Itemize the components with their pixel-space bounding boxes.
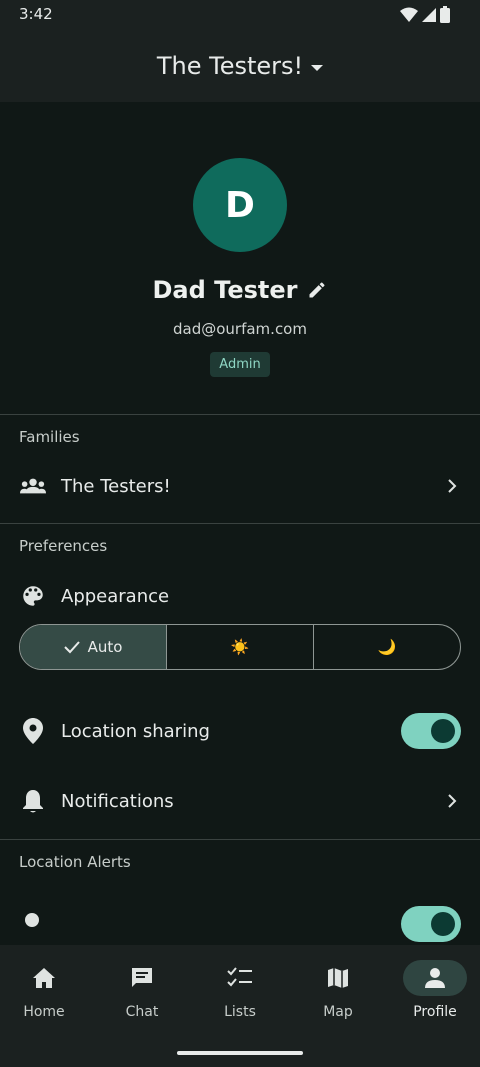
group-icon bbox=[20, 473, 46, 499]
location-sharing-row: Location sharing bbox=[0, 703, 480, 759]
toggle-knob bbox=[431, 912, 455, 936]
nav-pill bbox=[403, 960, 467, 996]
divider bbox=[0, 523, 480, 524]
wifi-icon bbox=[400, 7, 418, 22]
location-alert-toggle[interactable] bbox=[401, 906, 461, 942]
appearance-option-auto[interactable]: Auto bbox=[20, 625, 167, 669]
edit-pencil-icon[interactable] bbox=[307, 280, 327, 300]
status-bar: 3:42 bbox=[0, 0, 480, 30]
profile-email: dad@ourfam.com bbox=[173, 320, 307, 338]
nav-item-lists[interactable]: Lists bbox=[192, 957, 288, 1037]
section-label-families: Families bbox=[19, 428, 80, 446]
appearance-option-light[interactable]: ☀️ bbox=[167, 625, 314, 669]
profile-name: Dad Tester bbox=[152, 276, 298, 304]
family-item[interactable]: The Testers! bbox=[0, 458, 480, 514]
nav-label: Profile bbox=[413, 1004, 457, 1020]
appearance-option-label: Auto bbox=[87, 638, 123, 656]
nav-item-profile[interactable]: Profile bbox=[387, 957, 480, 1037]
map-icon bbox=[328, 968, 348, 988]
section-label-location-alerts: Location Alerts bbox=[19, 853, 131, 871]
notifications-label: Notifications bbox=[61, 790, 174, 812]
nav-label: Chat bbox=[125, 1004, 159, 1020]
family-name: The Testers! bbox=[61, 475, 171, 497]
nav-pill bbox=[110, 960, 174, 996]
home-icon bbox=[33, 968, 55, 988]
nav-label: Map bbox=[323, 1004, 353, 1020]
chevron-right-icon bbox=[448, 479, 457, 493]
dropdown-arrow-icon bbox=[311, 64, 324, 71]
nav-item-home[interactable]: Home bbox=[0, 957, 92, 1037]
role-badge: Admin bbox=[210, 352, 270, 377]
location-sharing-label: Location sharing bbox=[61, 720, 210, 742]
battery-icon bbox=[440, 6, 450, 23]
location-sharing-toggle[interactable] bbox=[401, 713, 461, 749]
notifications-row[interactable]: Notifications bbox=[0, 773, 480, 829]
status-icons bbox=[400, 6, 450, 23]
family-switcher[interactable]: The Testers! bbox=[0, 30, 480, 102]
check-icon bbox=[63, 641, 80, 654]
location-alert-icon bbox=[25, 913, 39, 927]
avatar: D bbox=[193, 158, 287, 252]
toggle-knob bbox=[431, 719, 455, 743]
nav-item-map[interactable]: Map bbox=[290, 957, 386, 1037]
checklist-icon bbox=[227, 967, 252, 987]
appearance-option-dark[interactable]: 🌙 bbox=[314, 625, 460, 669]
person-icon bbox=[425, 968, 445, 988]
bell-icon bbox=[20, 788, 46, 814]
page-title: The Testers! bbox=[156, 52, 304, 80]
divider bbox=[0, 414, 480, 415]
nav-pill bbox=[306, 960, 370, 996]
sun-icon: ☀️ bbox=[230, 638, 250, 656]
status-time: 3:42 bbox=[19, 5, 53, 23]
nav-label: Lists bbox=[224, 1004, 256, 1020]
location-pin-icon bbox=[20, 718, 46, 744]
section-label-preferences: Preferences bbox=[19, 537, 108, 555]
bottom-navigation: Home Chat Lists Map Profile bbox=[0, 945, 480, 1067]
chat-icon bbox=[132, 968, 152, 987]
nav-pill bbox=[12, 960, 76, 996]
divider bbox=[0, 839, 480, 840]
nav-label: Home bbox=[23, 1004, 65, 1020]
appearance-row: Appearance bbox=[0, 568, 480, 624]
nav-item-chat[interactable]: Chat bbox=[94, 957, 190, 1037]
profile-name-row: Dad Tester bbox=[0, 276, 480, 304]
signal-icon bbox=[422, 7, 436, 22]
moon-icon: 🌙 bbox=[377, 638, 397, 656]
appearance-segmented-control: Auto ☀️ 🌙 bbox=[19, 624, 461, 670]
home-indicator bbox=[177, 1051, 303, 1055]
chevron-right-icon bbox=[448, 794, 457, 808]
palette-icon bbox=[20, 583, 46, 609]
appearance-label: Appearance bbox=[61, 585, 170, 607]
nav-pill bbox=[208, 960, 272, 996]
location-alert-row-partial bbox=[0, 900, 480, 945]
